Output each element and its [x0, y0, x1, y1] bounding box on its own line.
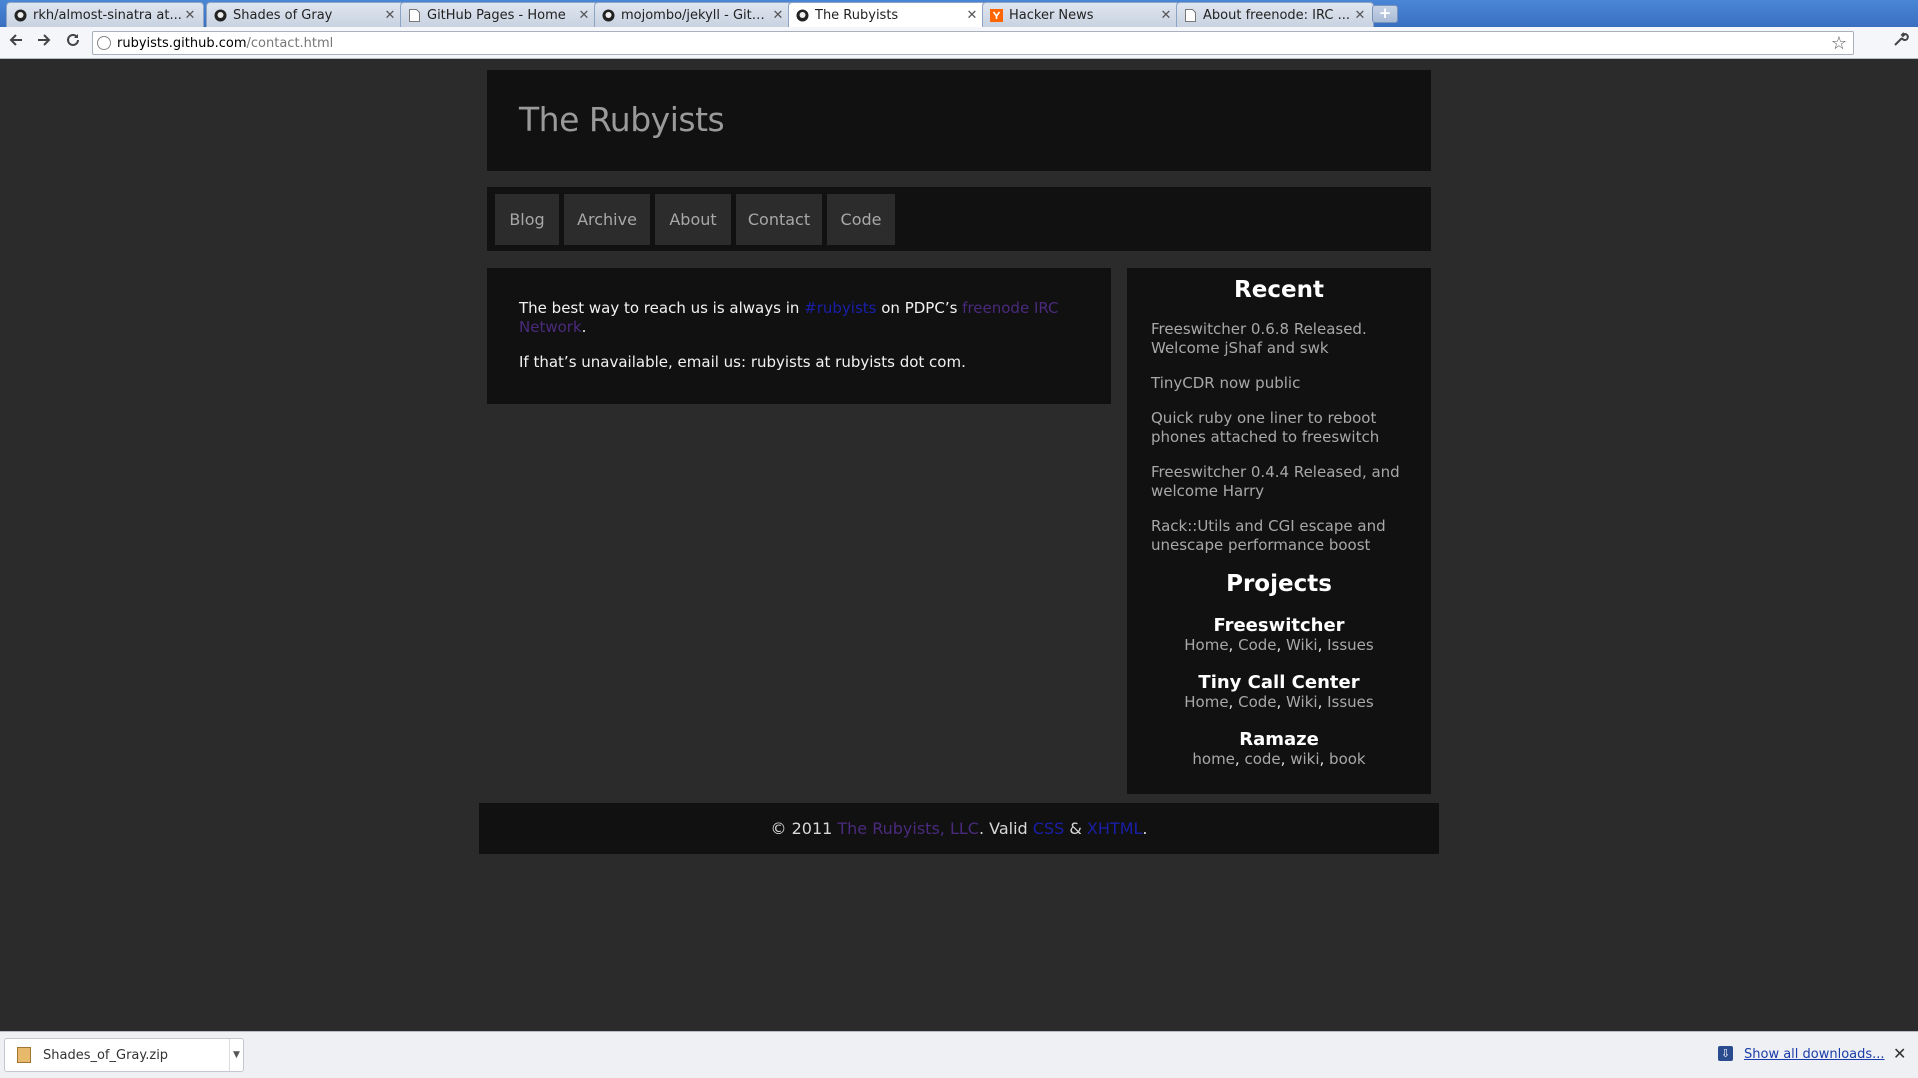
tab-the-rubyists[interactable]: The Rubyists ✕: [788, 2, 986, 27]
tab-hacker-news[interactable]: Hacker News ✕: [982, 2, 1180, 27]
download-item[interactable]: Shades_of_Gray.zip ▼: [4, 1038, 244, 1072]
contact-paragraph-irc: The best way to reach us is always in #r…: [519, 299, 1059, 337]
close-icon[interactable]: ✕: [1353, 8, 1367, 23]
project-code-link[interactable]: Code: [1238, 693, 1276, 711]
nav-blog[interactable]: Blog: [495, 194, 559, 245]
recent-post-link[interactable]: TinyCDR now public: [1151, 374, 1411, 393]
github-icon: [601, 8, 615, 22]
project-issues-link[interactable]: Issues: [1327, 636, 1374, 654]
project-links: Home, Code, Wiki, Issues: [1184, 693, 1374, 711]
project-wiki-link[interactable]: wiki: [1290, 750, 1319, 768]
chevron-down-icon[interactable]: ▼: [229, 1039, 243, 1071]
project-name: Tiny Call Center: [1198, 672, 1360, 693]
site-title[interactable]: The Rubyists: [519, 100, 725, 139]
tab-github-pages[interactable]: GitHub Pages - Home ✕: [400, 2, 598, 27]
css-validator-link[interactable]: CSS: [1033, 819, 1064, 838]
tab-title: GitHub Pages - Home: [427, 7, 566, 23]
new-tab-button[interactable]: +: [1372, 5, 1398, 23]
site-header: The Rubyists: [487, 70, 1431, 171]
url-host: rubyists.github.com: [117, 35, 247, 51]
github-icon: [795, 8, 809, 22]
project-wiki-link[interactable]: Wiki: [1286, 693, 1318, 711]
site-footer: © 2011 The Rubyists, LLC. Valid CSS & XH…: [479, 803, 1439, 854]
close-icon[interactable]: ✕: [1159, 8, 1173, 23]
project-name: Freeswitcher: [1213, 615, 1345, 636]
project-code-link[interactable]: code: [1244, 750, 1280, 768]
tab-shades-of-gray[interactable]: Shades of Gray ✕: [206, 2, 404, 27]
download-shelf: Shades_of_Gray.zip ▼ ⇩ Show all download…: [0, 1031, 1918, 1078]
tab-title: mojombo/jekyll - GitH...: [621, 7, 771, 23]
url-path: /contact.html: [246, 35, 334, 51]
project-code-link[interactable]: Code: [1238, 636, 1276, 654]
zip-file-icon: [17, 1047, 31, 1063]
show-all-downloads-link[interactable]: Show all downloads...: [1744, 1047, 1885, 1062]
tab-title: Hacker News: [1009, 7, 1094, 23]
tab-almost-sinatra[interactable]: rkh/almost-sinatra at... ✕: [6, 2, 204, 27]
company-link[interactable]: The Rubyists, LLC: [837, 819, 979, 838]
sidebar: Recent Freeswitcher 0.6.8 Released. Welc…: [1127, 268, 1431, 794]
copyright-text: © 2011: [770, 819, 838, 838]
recent-post-link[interactable]: Rack::Utils and CGI escape and unescape …: [1151, 517, 1411, 555]
project-links: home, code, wiki, book: [1192, 750, 1366, 768]
downloads-icon: ⇩: [1718, 1046, 1733, 1061]
page-icon: [407, 8, 421, 22]
browser-toolbar: rubyists.github.com/contact.html ☆: [0, 27, 1918, 59]
projects-heading: Projects: [1226, 571, 1332, 597]
tab-title: The Rubyists: [815, 7, 899, 23]
nav-code[interactable]: Code: [827, 194, 895, 245]
forward-icon[interactable]: [33, 32, 55, 54]
rubyists-channel-link[interactable]: #rubyists: [804, 299, 876, 317]
recent-heading: Recent: [1234, 277, 1324, 303]
reload-icon[interactable]: [62, 32, 84, 54]
github-icon: [13, 8, 27, 22]
bookmark-star-icon[interactable]: ☆: [1831, 33, 1847, 54]
project-issues-link[interactable]: Issues: [1327, 693, 1374, 711]
project-home-link[interactable]: Home: [1184, 693, 1228, 711]
tab-title: About freenode: IRC ...: [1203, 7, 1350, 23]
text: on PDPC’s: [876, 299, 963, 317]
close-icon[interactable]: ✕: [1893, 1044, 1906, 1063]
tab-strip: rkh/almost-sinatra at... ✕ Shades of Gra…: [0, 0, 1918, 27]
site-nav: Blog Archive About Contact Code: [487, 187, 1431, 251]
period-text: .: [1142, 819, 1148, 838]
nav-contact[interactable]: Contact: [736, 194, 822, 245]
tab-jekyll[interactable]: mojombo/jekyll - GitH... ✕: [594, 2, 792, 27]
nav-archive[interactable]: Archive: [564, 194, 650, 245]
nav-about[interactable]: About: [655, 194, 731, 245]
tab-title: Shades of Gray: [233, 7, 333, 23]
amp-text: &: [1064, 819, 1087, 838]
project-home-link[interactable]: Home: [1184, 636, 1228, 654]
ycombinator-icon: [989, 8, 1003, 22]
project-links: Home, Code, Wiki, Issues: [1184, 636, 1374, 654]
github-icon: [213, 8, 227, 22]
recent-post-link[interactable]: Freeswitcher 0.6.8 Released. Welcome jSh…: [1151, 320, 1411, 358]
tab-freenode[interactable]: About freenode: IRC ... ✕: [1176, 2, 1374, 27]
xhtml-validator-link[interactable]: XHTML: [1087, 819, 1142, 838]
project-book-link[interactable]: book: [1329, 750, 1366, 768]
address-bar[interactable]: rubyists.github.com/contact.html ☆: [92, 31, 1854, 55]
text: The best way to reach us is always in: [519, 299, 805, 317]
close-icon[interactable]: ✕: [577, 8, 591, 23]
tab-title: rkh/almost-sinatra at...: [33, 7, 182, 23]
valid-text: . Valid: [978, 819, 1033, 838]
page-viewport: The Rubyists Blog Archive About Contact …: [0, 60, 1918, 1029]
close-icon[interactable]: ✕: [965, 8, 979, 23]
project-home-link[interactable]: home: [1192, 750, 1235, 768]
close-icon[interactable]: ✕: [771, 8, 785, 23]
wrench-menu-icon[interactable]: [1890, 31, 1912, 53]
recent-post-link[interactable]: Quick ruby one liner to reboot phones at…: [1151, 409, 1411, 447]
download-filename: Shades_of_Gray.zip: [43, 1047, 169, 1063]
contact-paragraph-email: If that’s unavailable, email us: rubyist…: [519, 353, 966, 371]
text: .: [581, 318, 587, 336]
project-wiki-link[interactable]: Wiki: [1286, 636, 1318, 654]
page-info-icon[interactable]: [97, 36, 111, 50]
back-icon[interactable]: [5, 32, 27, 54]
recent-post-link[interactable]: Freeswitcher 0.4.4 Released, and welcome…: [1151, 463, 1411, 501]
close-icon[interactable]: ✕: [183, 8, 197, 23]
page-icon: [1183, 8, 1197, 22]
contact-content: The best way to reach us is always in #r…: [487, 268, 1111, 404]
close-icon[interactable]: ✕: [383, 8, 397, 23]
project-name: Ramaze: [1239, 729, 1319, 750]
